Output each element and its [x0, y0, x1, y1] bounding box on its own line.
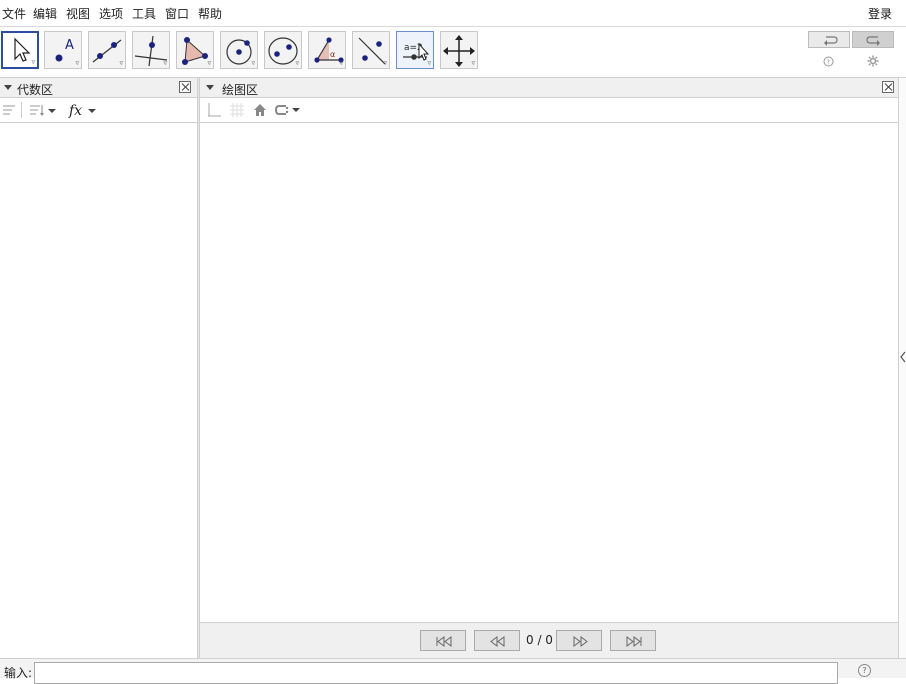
- menu-edit[interactable]: 编辑: [33, 5, 57, 22]
- undo-icon: [824, 36, 838, 46]
- nav-next-button[interactable]: [556, 630, 602, 651]
- line-tool-button[interactable]: ▿: [88, 31, 126, 69]
- fast-forward-icon: [573, 636, 588, 647]
- point-label: A: [65, 38, 74, 53]
- reflect-tool-button[interactable]: ▿: [352, 31, 390, 69]
- circle-tool-button[interactable]: ▿: [220, 31, 258, 69]
- input-label: 输入:: [4, 666, 33, 680]
- polygon-tool-button[interactable]: ▿: [176, 31, 214, 69]
- chevron-down-icon[interactable]: [4, 85, 12, 90]
- graphics-view[interactable]: [200, 124, 898, 622]
- menu-file[interactable]: 文件: [2, 5, 26, 22]
- chevron-down-icon[interactable]: [206, 85, 214, 90]
- graphics-close-button[interactable]: [882, 81, 894, 93]
- chevron-down-icon: ▿: [427, 59, 431, 67]
- chevron-down-icon: ▿: [383, 59, 387, 67]
- chevron-down-icon: ▿: [207, 59, 211, 67]
- graphics-view-header: 绘图区: [200, 78, 898, 98]
- menu-tools[interactable]: 工具: [132, 5, 156, 22]
- side-panel-toggle[interactable]: [898, 78, 906, 658]
- move-tool-button[interactable]: ▿: [1, 31, 39, 69]
- help-icon[interactable]: ?: [823, 56, 834, 67]
- chevron-down-icon: ▿: [75, 59, 79, 67]
- point-tool-button[interactable]: A ▿: [44, 31, 82, 69]
- nav-first-button[interactable]: [420, 630, 466, 651]
- menu-window[interactable]: 窗口: [165, 5, 189, 22]
- auxiliary-objects-icon[interactable]: [2, 103, 16, 117]
- login-link[interactable]: 登录: [868, 5, 892, 22]
- svg-text:fx: fx: [68, 103, 82, 119]
- move-graphics-tool-button[interactable]: ▿: [440, 31, 478, 69]
- slider-tool-button[interactable]: a=2 ▿: [396, 31, 434, 69]
- input-help-icon[interactable]: ?: [858, 664, 871, 677]
- redo-icon: [866, 36, 880, 46]
- chevron-down-icon: ▿: [471, 59, 475, 67]
- nav-last-button[interactable]: [610, 630, 656, 651]
- graphics-style-bar: [200, 98, 898, 123]
- menu-bar: 文件 编辑 视图 选项 工具 窗口 帮助 登录: [0, 0, 906, 27]
- chevron-down-icon: ▿: [295, 59, 299, 67]
- angle-tool-button[interactable]: α ▿: [308, 31, 346, 69]
- undo-button[interactable]: [808, 31, 850, 48]
- conic-tool-button[interactable]: ▿: [264, 31, 302, 69]
- toolbar: ▿ A ▿ ▿ ▿ ▿ ▿ ▿ α ▿ ▿ a=2 ▿ ▿ ?: [0, 27, 906, 78]
- menu-view[interactable]: 视图: [66, 5, 90, 22]
- skip-forward-icon: [626, 636, 642, 647]
- algebra-view-header: 代数区: [0, 78, 197, 98]
- skip-back-icon: [436, 636, 452, 647]
- gear-icon[interactable]: [867, 55, 879, 67]
- algebra-close-button[interactable]: [179, 81, 191, 93]
- home-icon[interactable]: [252, 102, 268, 118]
- chevron-down-icon: ▿: [163, 59, 167, 67]
- chevron-down-icon: ▿: [119, 59, 123, 67]
- step-counter: 0 / 0: [526, 633, 553, 647]
- algebra-view-title: 代数区: [17, 83, 54, 97]
- angle-label: α: [330, 50, 335, 59]
- algebra-view[interactable]: [0, 124, 196, 658]
- point-capturing-icon[interactable]: [274, 103, 304, 117]
- chevron-down-icon: ▿: [251, 59, 255, 67]
- construction-navigation-bar: 0 / 0: [200, 622, 898, 658]
- sort-by-icon[interactable]: [29, 103, 57, 117]
- chevron-down-icon: ▿: [31, 58, 35, 66]
- svg-text:?: ?: [826, 58, 830, 66]
- grid-toggle-icon[interactable]: [229, 102, 245, 118]
- rewind-icon: [490, 636, 505, 647]
- algebra-style-bar: fx: [0, 98, 197, 123]
- description-mode-icon[interactable]: fx: [68, 101, 100, 119]
- menu-options[interactable]: 选项: [99, 5, 123, 22]
- command-input[interactable]: [34, 662, 838, 684]
- axes-toggle-icon[interactable]: [206, 102, 222, 118]
- chevron-down-icon: ▿: [339, 59, 343, 67]
- redo-button[interactable]: [852, 31, 894, 48]
- menu-help[interactable]: 帮助: [198, 5, 222, 22]
- chevron-left-icon: [900, 351, 906, 363]
- nav-previous-button[interactable]: [474, 630, 520, 651]
- graphics-view-title: 绘图区: [222, 83, 259, 97]
- perpendicular-line-tool-button[interactable]: ▿: [132, 31, 170, 69]
- input-bar: 输入: ?: [0, 658, 906, 684]
